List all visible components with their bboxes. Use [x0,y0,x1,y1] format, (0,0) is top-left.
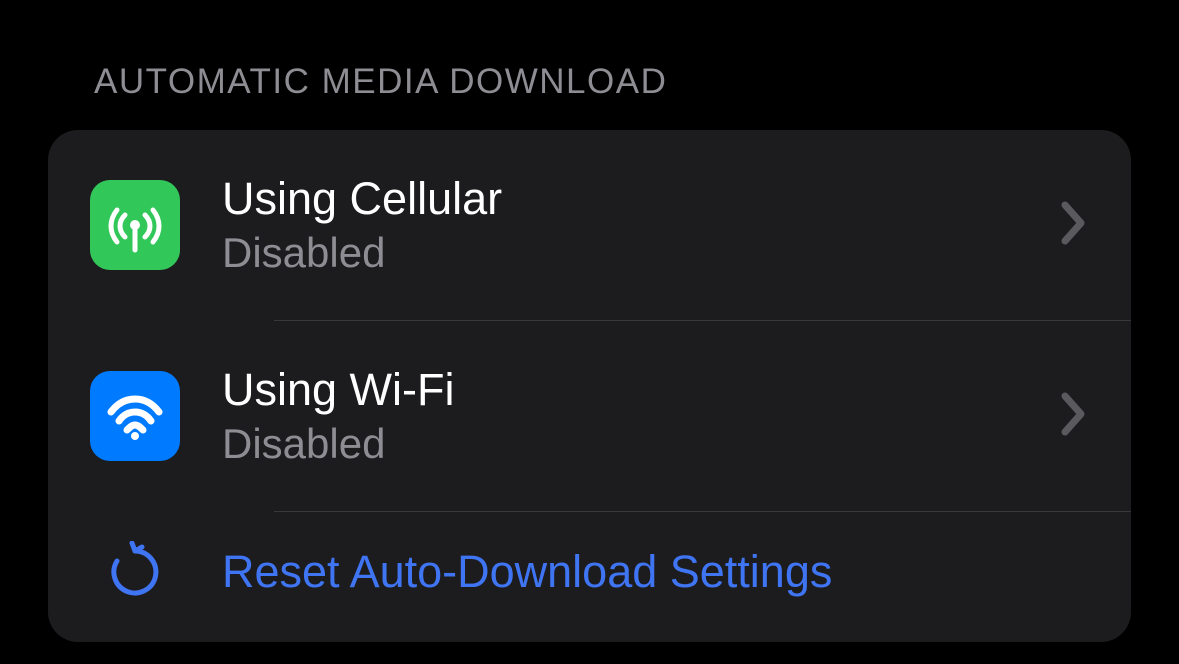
row-content: Using Wi-Fi Disabled [222,363,1061,469]
reset-icon [90,541,180,603]
section-header: AUTOMATIC MEDIA DOWNLOAD [0,0,1179,102]
row-content: Using Cellular Disabled [222,172,1061,278]
chevron-right-icon [1061,199,1089,252]
row-subtitle-wifi: Disabled [222,419,1061,469]
row-using-wifi[interactable]: Using Wi-Fi Disabled [48,321,1131,511]
settings-group: Using Cellular Disabled Using Wi-Fi Disa… [48,130,1131,642]
row-using-cellular[interactable]: Using Cellular Disabled [48,130,1131,320]
wifi-icon [90,371,180,461]
chevron-right-icon [1061,390,1089,443]
row-subtitle-cellular: Disabled [222,228,1061,278]
row-reset-auto-download[interactable]: Reset Auto-Download Settings [48,512,1131,642]
row-title-cellular: Using Cellular [222,172,1061,226]
cellular-antenna-icon [90,180,180,270]
reset-label: Reset Auto-Download Settings [222,546,832,598]
row-title-wifi: Using Wi-Fi [222,363,1061,417]
